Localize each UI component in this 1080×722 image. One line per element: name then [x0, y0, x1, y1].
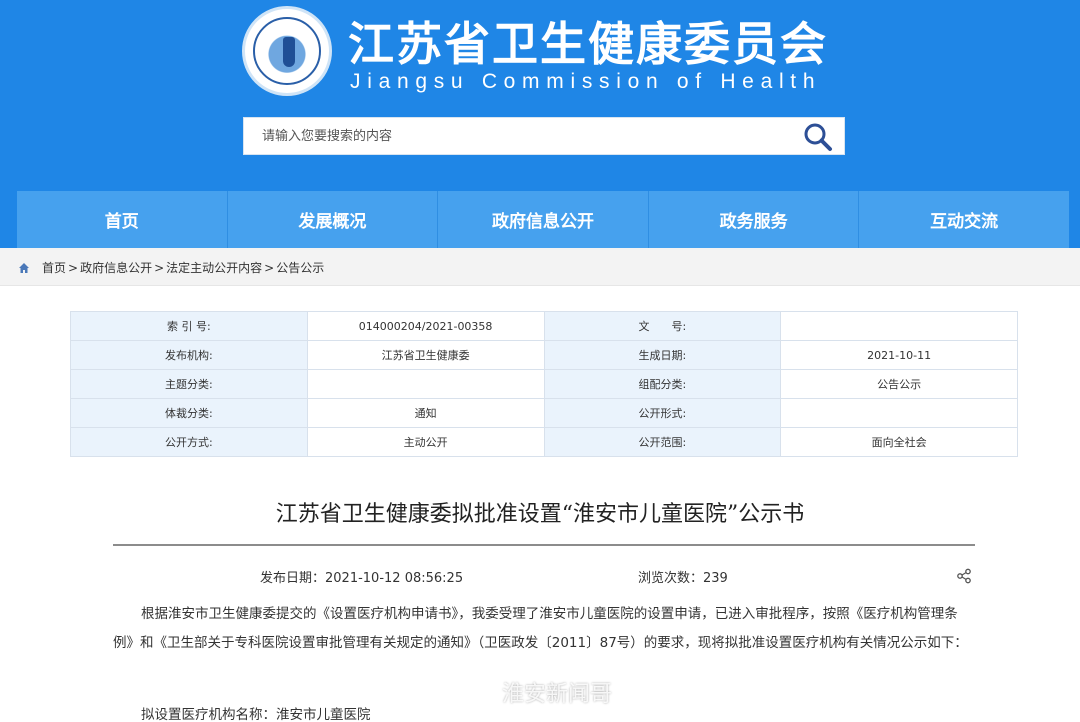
article-title: 江苏省卫生健康委拟批准设置“淮安市儿童医院”公示书 — [275, 502, 805, 527]
meta-value: 2021-10-11 — [780, 340, 1018, 370]
publish-date-value: 2021-10-12 08:56:25 — [325, 571, 464, 586]
breadcrumb-separator: > — [68, 260, 79, 275]
breadcrumb-separator: > — [154, 260, 165, 275]
meta-value: 主动公开 — [306, 427, 545, 457]
meta-value — [780, 311, 1018, 341]
meta-key: 主题分类: — [70, 369, 308, 399]
meta-key: 发布机构: — [70, 340, 308, 370]
nav-item-services[interactable]: 政务服务 — [648, 191, 860, 248]
breadcrumb-statutory[interactable]: 法定主动公开内容 — [166, 259, 262, 276]
search-input[interactable] — [244, 118, 784, 154]
table-row: 公开方式: 主动公开 公开范围: 面向全社会 — [70, 427, 1018, 457]
nav-item-interaction[interactable]: 互动交流 — [859, 191, 1069, 248]
title-divider — [113, 544, 975, 546]
site-subtitle: Jiangsu Commission of Health — [350, 70, 822, 93]
info-meta-table: 索 引 号: 014000204/2021-00358 文 号: 发布机构: 江… — [70, 311, 1018, 457]
nav-item-gov-info[interactable]: 政府信息公开 — [438, 191, 649, 248]
view-count-label: 浏览次数： — [638, 571, 704, 586]
weibo-icon — [471, 683, 495, 702]
logo-emblem — [253, 17, 321, 85]
table-row: 体裁分类: 通知 公开形式: — [70, 398, 1018, 428]
search-icon[interactable] — [802, 121, 834, 153]
view-count-value: 239 — [703, 571, 728, 586]
meta-key: 公开形式: — [543, 398, 782, 428]
table-row: 索 引 号: 014000204/2021-00358 文 号: — [70, 311, 1018, 341]
breadcrumb-notices[interactable]: 公告公示 — [276, 259, 324, 276]
article-body-paragraph: 根据淮安市卫生健康委提交的《设置医疗机构申请书》，我委受理了淮安市儿童医院的设置… — [113, 606, 968, 651]
breadcrumb-gov-info[interactable]: 政府信息公开 — [80, 259, 152, 276]
watermark: 淮安新闻哥 — [470, 676, 612, 708]
table-row: 主题分类: 组配分类: 公告公示 — [70, 369, 1018, 399]
main-nav: 首页 发展概况 政府信息公开 政务服务 互动交流 — [17, 191, 1069, 248]
meta-key: 索 引 号: — [70, 311, 308, 341]
meta-key: 公开方式: — [70, 427, 308, 457]
meta-key: 文 号: — [543, 311, 782, 341]
meta-key: 组配分类: — [543, 369, 782, 399]
breadcrumb-bar: 首页 > 政府信息公开 > 法定主动公开内容 > 公告公示 — [0, 248, 1080, 286]
meta-key: 体裁分类: — [70, 398, 308, 428]
site-title: 江苏省卫生健康委员会 — [348, 17, 828, 71]
logo-map-icon — [283, 37, 295, 67]
nav-item-overview[interactable]: 发展概况 — [227, 191, 439, 248]
meta-key: 生成日期: — [543, 340, 782, 370]
meta-key: 公开范围: — [543, 427, 782, 457]
meta-value — [306, 369, 545, 399]
meta-value — [780, 398, 1018, 428]
meta-value: 面向全社会 — [780, 427, 1018, 457]
breadcrumb: 首页 > 政府信息公开 > 法定主动公开内容 > 公告公示 — [18, 259, 324, 276]
meta-value: 公告公示 — [780, 369, 1018, 399]
home-icon — [19, 262, 29, 273]
breadcrumb-home[interactable]: 首页 — [42, 259, 66, 276]
share-icon[interactable] — [956, 568, 972, 584]
breadcrumb-separator: > — [264, 260, 275, 275]
publish-date-label: 发布日期： — [260, 571, 326, 586]
search-bar — [243, 117, 845, 155]
watermark-text: 淮安新闻哥 — [502, 682, 613, 707]
site-logo[interactable] — [242, 6, 332, 96]
meta-value: 通知 — [306, 398, 545, 428]
table-row: 发布机构: 江苏省卫生健康委 生成日期: 2021-10-11 — [70, 340, 1018, 370]
meta-value: 014000204/2021-00358 — [306, 311, 545, 341]
article-item-name: 拟设置医疗机构名称：淮安市儿童医院 — [141, 707, 371, 722]
meta-value: 江苏省卫生健康委 — [306, 340, 545, 370]
view-count: 浏览次数：239 — [638, 567, 728, 586]
site-header: 江苏省卫生健康委员会 Jiangsu Commission of Health … — [0, 0, 1080, 248]
nav-item-home[interactable]: 首页 — [17, 191, 228, 248]
publish-date: 发布日期：2021-10-12 08:56:25 — [260, 567, 463, 586]
